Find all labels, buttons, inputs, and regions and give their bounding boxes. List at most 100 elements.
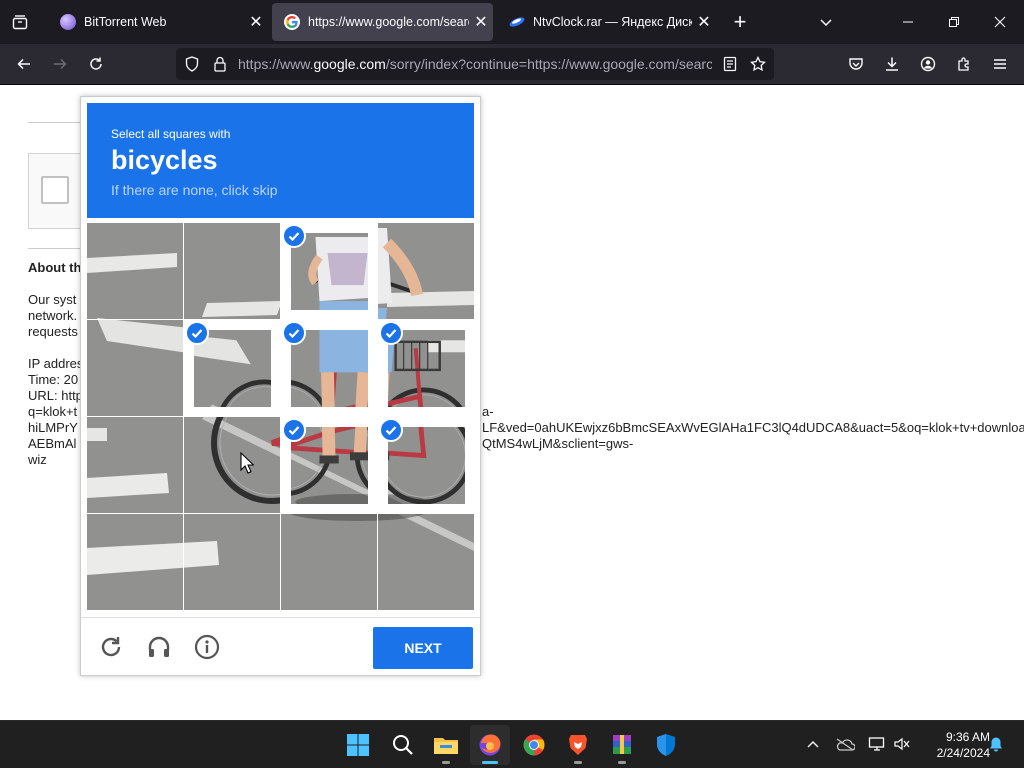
reload-icon[interactable] <box>82 50 110 78</box>
url-prefix: https://www. <box>238 56 314 72</box>
target-keyword: bicycles <box>111 145 218 175</box>
tile-image <box>184 223 280 319</box>
yandex-disk-icon <box>509 14 525 30</box>
captcha-tile[interactable] <box>378 514 474 610</box>
clock-time: 9:36 AM <box>945 730 990 744</box>
about-line: Our syst <box>28 292 77 307</box>
running-indicator <box>574 761 582 764</box>
clock-date: 2/24/2024 <box>936 746 990 760</box>
url-bar[interactable]: https://www.google.com/sorry/index?conti… <box>176 48 774 80</box>
restore-icon[interactable] <box>936 8 972 36</box>
network-icon[interactable] <box>866 733 888 755</box>
windows-taskbar: 9:36 AM 2/24/2024 <box>0 720 1024 768</box>
captcha-tile[interactable] <box>281 223 377 319</box>
brave-icon[interactable] <box>558 725 598 765</box>
tab-yandex-disk[interactable]: NtvClock.rar — Яндекс Диск ✕ <box>497 3 716 41</box>
running-indicator <box>482 761 498 764</box>
menu-icon[interactable] <box>986 50 1014 78</box>
tab-list-icon[interactable] <box>6 8 34 36</box>
winrar-icon[interactable] <box>602 725 642 765</box>
downloads-icon[interactable] <box>878 50 906 78</box>
about-line: requests <box>28 324 78 339</box>
tile-image <box>291 427 368 504</box>
captcha-tile[interactable] <box>184 514 280 610</box>
account-icon[interactable] <box>914 50 942 78</box>
tile-image <box>291 233 368 310</box>
tile-image <box>281 514 377 610</box>
tile-image <box>87 320 183 416</box>
divider <box>81 617 480 618</box>
captcha-tile[interactable] <box>281 417 377 513</box>
next-button[interactable]: NEXT <box>373 627 473 669</box>
checkmark-icon <box>282 418 306 442</box>
captcha-tile[interactable] <box>184 223 280 319</box>
close-icon[interactable]: ✕ <box>244 12 268 32</box>
forward-icon[interactable] <box>46 50 74 78</box>
about-line: AEBmAl <box>28 436 77 451</box>
about-line: hiLMPrY <box>28 420 78 435</box>
tile-image <box>291 330 368 407</box>
captcha-tile[interactable] <box>378 223 474 319</box>
divider <box>28 122 88 123</box>
reader-view-icon[interactable] <box>722 56 738 72</box>
onedrive-icon[interactable] <box>834 733 856 755</box>
captcha-tile[interactable] <box>87 514 183 610</box>
pocket-icon[interactable] <box>842 50 870 78</box>
tab-bittorrent[interactable]: BitTorrent Web ✕ <box>48 3 268 41</box>
shield-icon[interactable] <box>184 56 200 72</box>
chrome-icon[interactable] <box>514 725 554 765</box>
close-icon[interactable]: ✕ <box>469 12 493 32</box>
close-window-icon[interactable] <box>982 8 1018 36</box>
captcha-tile[interactable] <box>87 320 183 416</box>
captcha-tile[interactable] <box>378 417 474 513</box>
captcha-tile[interactable] <box>87 223 183 319</box>
captcha-tile[interactable] <box>87 417 183 513</box>
tab-title: https://www.google.com/search <box>308 15 469 29</box>
tab-title: NtvClock.rar — Яндекс Диск <box>533 15 692 29</box>
bookmark-star-icon[interactable] <box>750 56 766 72</box>
tile-image <box>388 330 465 407</box>
lock-icon[interactable] <box>212 56 228 72</box>
captcha-tile[interactable] <box>184 320 280 416</box>
about-line: q=klok+t <box>28 404 78 419</box>
url-text[interactable]: https://www.google.com/sorry/index?conti… <box>238 56 712 72</box>
minimize-icon[interactable] <box>890 8 926 36</box>
windows-start-icon[interactable] <box>338 725 378 765</box>
about-line: IP addres <box>28 356 84 371</box>
reload-challenge-icon[interactable] <box>97 633 125 661</box>
file-explorer-icon[interactable] <box>426 725 466 765</box>
info-icon[interactable] <box>193 633 221 661</box>
back-icon[interactable] <box>10 50 38 78</box>
recaptcha-checkbox[interactable] <box>41 176 69 204</box>
running-indicator <box>442 761 450 764</box>
tab-bar: BitTorrent Web ✕ https://www.google.com/… <box>0 0 1024 44</box>
windows-security-icon[interactable] <box>646 725 686 765</box>
url-host: google.com <box>313 56 386 72</box>
checkmark-icon <box>282 224 306 248</box>
captcha-tile[interactable] <box>281 320 377 416</box>
volume-muted-icon[interactable] <box>892 733 912 755</box>
firefox-icon[interactable] <box>470 725 510 765</box>
notifications-bell-icon[interactable] <box>986 733 1006 755</box>
new-tab-icon[interactable]: + <box>726 8 754 36</box>
close-icon[interactable]: ✕ <box>692 12 716 32</box>
recaptcha-checkbox-widget <box>28 153 88 229</box>
captcha-tile[interactable] <box>378 320 474 416</box>
nav-bar: https://www.google.com/sorry/index?conti… <box>0 44 1024 85</box>
search-icon[interactable] <box>383 725 423 765</box>
system-clock[interactable]: 9:36 AM 2/24/2024 <box>916 729 990 761</box>
extensions-icon[interactable] <box>950 50 978 78</box>
show-hidden-icons[interactable] <box>804 733 822 755</box>
about-heading: About th <box>28 260 82 275</box>
audio-challenge-icon[interactable] <box>145 633 173 661</box>
about-line: network. <box>28 308 78 323</box>
divider <box>28 248 88 249</box>
captcha-tile[interactable] <box>281 514 377 610</box>
tab-google[interactable]: https://www.google.com/search ✕ <box>272 3 493 41</box>
about-line: URL: http <box>28 388 83 403</box>
image-grid <box>87 223 474 610</box>
tile-image <box>378 514 474 610</box>
list-all-tabs-icon[interactable] <box>812 8 840 36</box>
mouse-cursor <box>240 451 255 479</box>
captcha-tile[interactable] <box>184 417 280 513</box>
